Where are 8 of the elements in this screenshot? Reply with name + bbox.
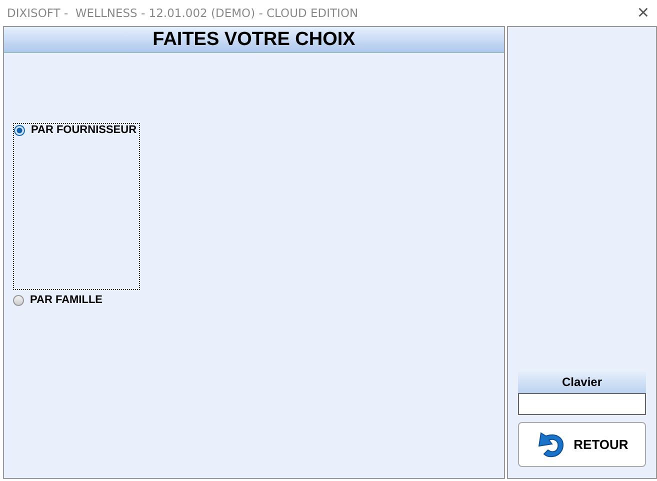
close-button[interactable]: × [637,3,649,23]
radio-option[interactable]: PAR FAMILLE [13,294,103,306]
keyboard-label: Clavier [518,371,646,393]
panel-header: FAITES VOTRE CHOIX [4,27,504,53]
keyboard-field[interactable] [518,393,646,415]
back-button[interactable]: RETOUR [518,422,646,467]
radio-option[interactable]: PAR FOURNISSEUR [14,124,139,136]
window-title: DIXISOFT - WELLNESS - 12.01.002 (DEMO) - CLOUD EDITION [7,6,358,20]
